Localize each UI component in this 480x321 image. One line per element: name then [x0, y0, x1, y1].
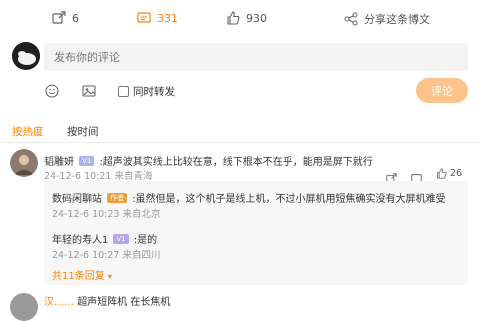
next-comment-text: 超声短阵机 在长焦机 [77, 297, 171, 308]
reply-username[interactable]: 数码闲聊站 [52, 194, 102, 205]
emoji-button[interactable] [45, 83, 59, 102]
repost-checkbox-label: 同时转发 [133, 86, 175, 98]
comment-count: 331 [157, 11, 178, 25]
comment-text: :超声波其实线上比较在意，线下根本不在乎，能用是屏下就行 [99, 157, 373, 168]
comment-input[interactable] [44, 43, 468, 71]
tab-hot-label: 按热度 [12, 126, 44, 138]
reply-user-badge: V1 [113, 233, 129, 244]
repost-checkbox[interactable]: 同时转发 [118, 84, 175, 99]
comment-like-button[interactable]: 26 [436, 168, 462, 179]
reply-text: :虽然但是，这个机子是线上机，不过小屏机用短焦确实没有大屏机难受 [132, 194, 446, 205]
reply-time: 24-12-6 10:27 [52, 250, 120, 261]
reply-username[interactable]: 年轻的寿人1 [52, 235, 108, 246]
more-replies-label: 共11条回复 [52, 271, 105, 282]
reply-meta-2: 24-12-6 10:27 来自四川 [52, 247, 161, 261]
next-comment-avatar[interactable] [10, 293, 38, 321]
reply-location: 来自北京 [122, 209, 161, 220]
comment-username[interactable]: 韬雕妍 [44, 157, 74, 168]
chevron-down-icon: ▾ [107, 272, 112, 281]
reply-time: 24-12-6 10:23 [52, 209, 120, 220]
image-icon [82, 85, 96, 97]
reply-line-1: 数码闲聊站 作者 :虽然但是，这个机子是线上机，不过小屏机用短焦确实没有大屏机难… [52, 187, 446, 206]
author-badge: 作者 [107, 192, 128, 203]
checkbox-box[interactable] [118, 86, 129, 97]
next-comment-username[interactable]: 汉…… [44, 297, 74, 308]
avatar-image [12, 42, 40, 70]
commenter-avatar-image [10, 149, 38, 177]
tab-time[interactable]: 按时间 [67, 124, 99, 139]
share-icon [344, 12, 358, 26]
comment-button[interactable]: 331 [137, 11, 178, 25]
comment-meta: 24-12-6 10:21 来自青海 [44, 168, 153, 182]
repost-button[interactable]: 6 [52, 11, 79, 25]
reply-text: :是的 [133, 235, 158, 246]
divider [0, 142, 480, 143]
share-button[interactable]: 分享这条博文 [344, 11, 430, 27]
more-replies-link[interactable]: 共11条回复 ▾ [52, 267, 112, 282]
thumbs-up-icon [227, 11, 240, 25]
comment-line: 韬雕妍 V1 :超声波其实线上比较在意，线下根本不在乎，能用是屏下就行 [44, 150, 464, 169]
user-avatar [12, 42, 40, 70]
submit-label: 评论 [431, 84, 453, 98]
next-comment-line: 汉…… 超声短阵机 在长焦机 [44, 293, 170, 308]
reply-location: 来自四川 [122, 250, 161, 261]
reply-meta-1: 24-12-6 10:23 来自北京 [52, 206, 161, 220]
like-button[interactable]: 930 [226, 11, 267, 25]
like-count: 930 [246, 11, 267, 25]
share-label: 分享这条博文 [364, 13, 430, 26]
repost-count: 6 [72, 11, 79, 25]
image-button[interactable] [82, 83, 96, 102]
comment-like-icon [437, 168, 447, 179]
tab-time-label: 按时间 [67, 126, 99, 138]
comment-like-count: 26 [450, 168, 463, 179]
submit-comment-button[interactable]: 评论 [416, 78, 468, 103]
comment-avatar[interactable] [10, 149, 38, 177]
emoji-icon [45, 84, 59, 98]
comment-icon [137, 12, 151, 23]
reply-line-2: 年轻的寿人1 V1 :是的 [52, 228, 157, 247]
tab-hot[interactable]: 按热度 [12, 124, 44, 139]
repost-icon [52, 11, 66, 24]
comment-user-badge: V1 [79, 155, 95, 166]
